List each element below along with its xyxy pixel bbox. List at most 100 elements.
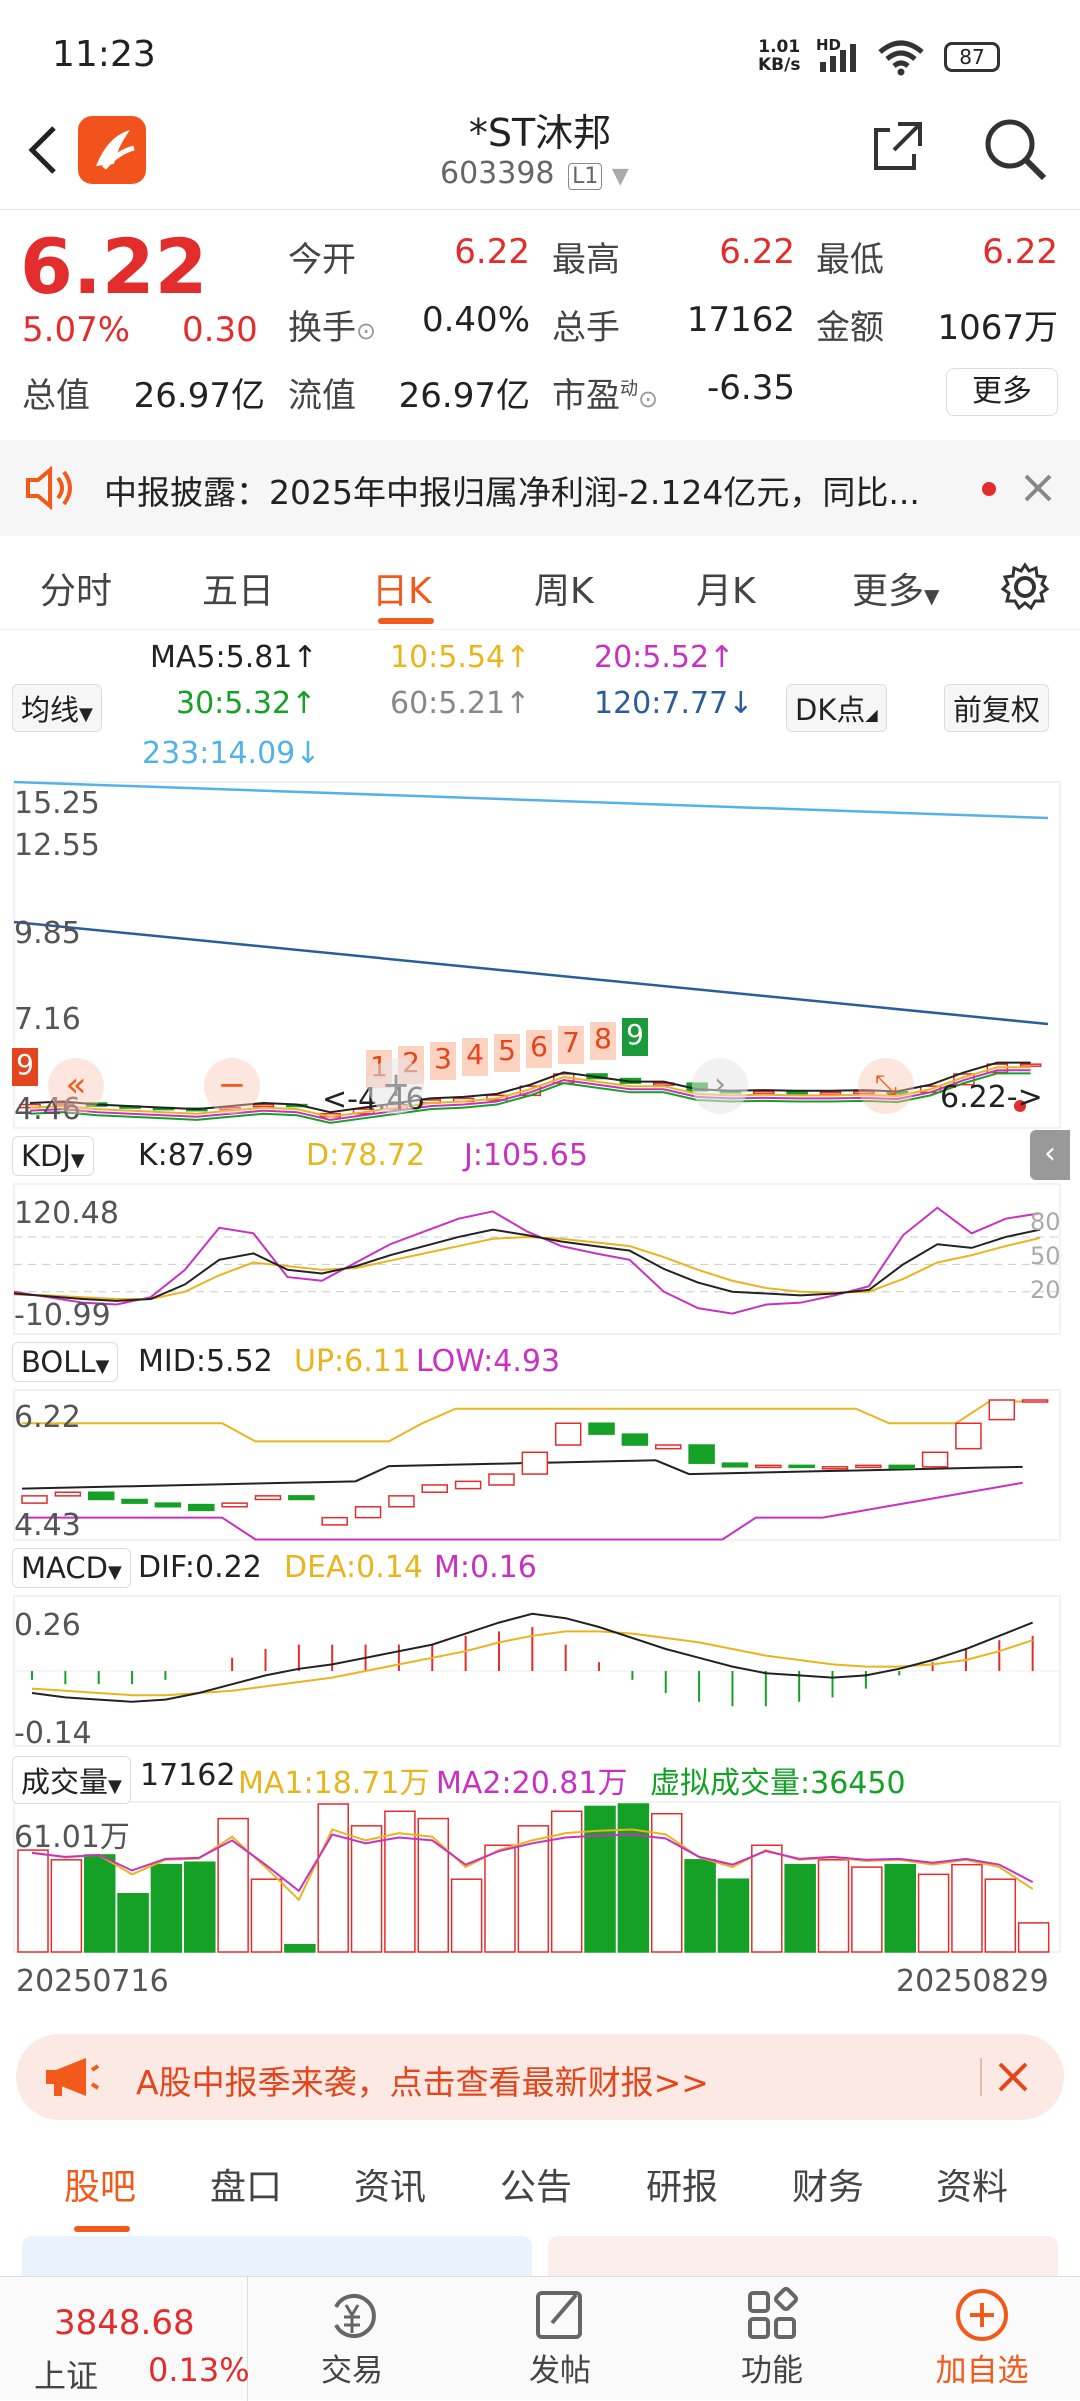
tab-zhouk[interactable]: 周K — [534, 562, 594, 614]
volume-bar — [617, 1803, 650, 1953]
net-speed-unit: KB/s — [758, 55, 801, 75]
boll-candle — [588, 1422, 615, 1435]
volume-selector[interactable]: 成交量▼ — [12, 1756, 131, 1804]
fullscreen-button[interactable]: ⤡ — [858, 1058, 914, 1114]
boll-candle — [888, 1464, 915, 1470]
boll-candle — [554, 1422, 582, 1446]
notice-bar[interactable]: 中报披露：2025年中报归属净利润-2.124亿元，同比... — [0, 440, 1080, 536]
ma233-line — [13, 780, 1049, 820]
boll-candle — [521, 1451, 549, 1475]
tab-more[interactable]: 更多▼ — [852, 562, 939, 614]
tab-ziliao[interactable]: 资料 — [936, 2158, 1008, 2210]
nav-trade[interactable]: 交易 — [282, 2283, 422, 2390]
float-label: 流值 — [288, 376, 356, 416]
boll-candle — [321, 1516, 348, 1526]
volume-value: 17162 — [686, 300, 795, 340]
vol-axis-top: 61.01万 — [14, 1820, 130, 1855]
kdj-panel-frame — [13, 1183, 1061, 1335]
info-icon[interactable]: ⊙ — [356, 317, 376, 345]
share-icon[interactable] — [868, 116, 928, 176]
tab-yanbao[interactable]: 研报 — [646, 2158, 718, 2210]
main-candle — [786, 1090, 808, 1095]
volume-bar — [50, 1859, 83, 1953]
search-icon[interactable] — [980, 114, 1050, 184]
card-right[interactable] — [548, 2236, 1058, 2276]
promo-banner[interactable]: A股中报季来袭，点击查看最新财报>> — [16, 2034, 1064, 2120]
vol-ma2: MA2:20.81万 — [436, 1766, 628, 1801]
stock-code-row[interactable]: 603398 L1 ▼ — [440, 156, 629, 191]
stock-code: 603398 — [440, 156, 555, 191]
tab-gonggao[interactable]: 公告 — [500, 2158, 572, 2210]
boll-candle — [921, 1451, 949, 1468]
kdj-line-20: 20 — [1030, 1276, 1061, 1304]
net-speed-value: 1.01 — [758, 37, 801, 57]
volume-selector-label: 成交量 — [21, 1765, 109, 1799]
main-candle — [753, 1090, 775, 1095]
index-widget[interactable]: 3848.68 上证 0.13% — [0, 2277, 250, 2401]
date-end: 20250829 — [896, 1964, 1049, 1999]
tab-rik[interactable]: 日K — [372, 562, 432, 614]
boll-candle — [688, 1444, 715, 1464]
tab-yuek[interactable]: 月K — [696, 562, 756, 614]
nine-turn-badge: 3 — [430, 1042, 456, 1080]
edit-icon — [536, 2291, 582, 2339]
scroll-right-button[interactable]: › — [692, 1058, 748, 1114]
kdj-k: K:87.69 — [138, 1138, 254, 1173]
tab-caiwu[interactable]: 财务 — [792, 2158, 864, 2210]
caret-down-icon: ▼ — [95, 1356, 110, 1377]
zoom-out-button[interactable]: − — [204, 1058, 260, 1114]
volume-bar — [984, 1878, 1017, 1953]
card-left[interactable] — [22, 2236, 532, 2276]
volume-bar — [284, 1943, 316, 1953]
volume-bar — [917, 1873, 950, 1953]
nine-turn-badge: 8 — [590, 1022, 616, 1060]
nav-add-watchlist[interactable]: 加自选 — [912, 2283, 1052, 2390]
scroll-left-button[interactable]: « — [48, 1058, 104, 1114]
kline-chart-area[interactable]: MA5:5.81↑ 10:5.54↑ 20:5.52↑ 均线▼ 30:5.32↑… — [0, 630, 1080, 2010]
nav-post[interactable]: 发帖 — [490, 2283, 630, 2390]
collapse-panel-button[interactable]: ‹ — [1030, 1130, 1070, 1180]
caret-down-icon: ▼ — [107, 1562, 122, 1583]
kdj-selector[interactable]: KDJ▼ — [12, 1136, 94, 1176]
kline-tabs: 分时 五日 日K 周K 月K 更多▼ — [0, 540, 1080, 630]
boll-candle — [654, 1444, 682, 1450]
boll-low-line — [22, 1481, 1023, 1541]
caret-down-icon: ▼ — [70, 1150, 85, 1171]
volume-bar — [250, 1878, 283, 1953]
price-marker: 6.22-> — [940, 1080, 1043, 1115]
macd-selector-label: MACD — [21, 1551, 108, 1585]
boll-candle — [755, 1464, 782, 1469]
content-tabs: 股吧 盘口 资讯 公告 研报 财务 资料 — [0, 2140, 1080, 2276]
zoom-in-button[interactable]: + — [368, 1058, 424, 1114]
main-axis-1: 15.25 — [14, 786, 100, 821]
tab-zixun[interactable]: 资讯 — [354, 2158, 426, 2210]
more-button[interactable]: 更多 — [946, 368, 1058, 416]
stock-header: *ST沐邦 603398 L1 ▼ — [0, 100, 1080, 210]
gear-icon[interactable] — [1000, 562, 1050, 612]
chevron-down-icon: ▼ — [611, 164, 629, 189]
nine-left-badge: 9 — [12, 1048, 38, 1086]
amount-label: 金额 — [816, 308, 884, 348]
boll-selector[interactable]: BOLL▼ — [12, 1342, 119, 1382]
kdj-k-line — [13, 1228, 1041, 1302]
volume-bar — [117, 1893, 149, 1953]
tab-pankou[interactable]: 盘口 — [210, 2158, 282, 2210]
tab-fenshi[interactable]: 分时 — [40, 562, 112, 614]
info-icon[interactable]: ⊙ — [638, 385, 658, 413]
boll-candle — [988, 1399, 1016, 1421]
volume-bar — [484, 1844, 516, 1953]
open-label: 今开 — [288, 240, 356, 280]
tab-wuri[interactable]: 五日 — [202, 562, 274, 614]
nav-function[interactable]: 功能 — [702, 2283, 842, 2390]
tab-guba[interactable]: 股吧 — [64, 2158, 136, 2210]
close-icon[interactable] — [1022, 472, 1054, 504]
volume-bar — [717, 1878, 750, 1953]
boll-candle — [254, 1495, 282, 1501]
level-badge: L1 — [568, 163, 603, 190]
speaker-icon — [26, 466, 72, 510]
macd-selector[interactable]: MACD▼ — [12, 1548, 131, 1588]
volume-bar — [817, 1859, 850, 1953]
volume-bar — [317, 1803, 349, 1953]
notice-text: 中报披露：2025年中报归属净利润-2.124亿元，同比... — [104, 473, 920, 512]
close-icon[interactable] — [996, 2060, 1030, 2094]
